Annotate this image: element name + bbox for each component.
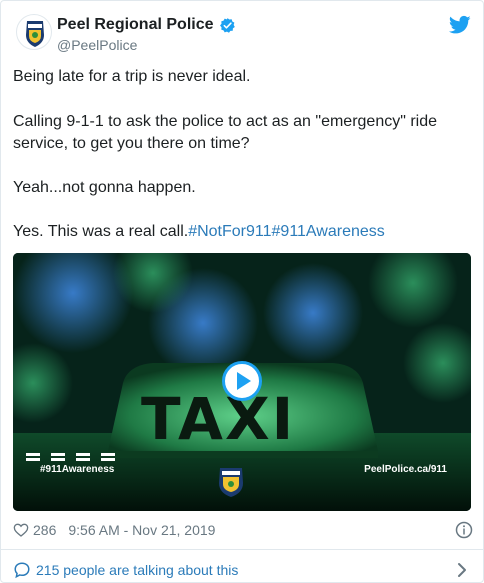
author-name-row: Peel Regional Police <box>57 16 236 34</box>
tweet-line-2: Calling 9-1-1 to ask the police to act a… <box>13 113 438 152</box>
hashtag-911awareness[interactable]: #911Awareness <box>272 223 385 240</box>
video-player[interactable]: TAXI #911Awareness PeelPolice.ca/911 <box>13 253 471 511</box>
speech-bubble-icon <box>14 562 30 579</box>
verified-badge-icon <box>219 17 235 33</box>
tweet-line-4-text: Yes. This was a real call. <box>13 223 189 240</box>
play-icon[interactable] <box>222 361 262 401</box>
author-handle[interactable]: @PeelPolice <box>57 37 137 53</box>
tweet-footer: 286 9:56 AM - Nov 21, 2019 <box>13 519 473 541</box>
info-icon[interactable] <box>455 521 473 539</box>
tweet-line-4: Yes. This was a real call.#NotFor911#911… <box>13 221 473 243</box>
twitter-bird-icon[interactable] <box>449 15 471 35</box>
footer-divider <box>1 549 484 550</box>
video-caption-left: #911Awareness <box>40 464 115 475</box>
timestamp[interactable]: 9:56 AM - Nov 21, 2019 <box>68 522 215 538</box>
tweet-line-3: Yeah...not gonna happen. <box>13 179 196 196</box>
like-count[interactable]: 286 <box>33 522 56 538</box>
chevron-right-icon[interactable] <box>457 562 467 578</box>
tweet-card: Peel Regional Police @PeelPolice Being l… <box>0 0 484 583</box>
police-badge-icon <box>26 21 44 47</box>
video-caption-right: PeelPolice.ca/911 <box>364 464 447 475</box>
talking-about-text[interactable]: 215 people are talking about this <box>36 562 238 578</box>
heart-icon[interactable] <box>13 522 29 538</box>
hashtag-notfor911[interactable]: #NotFor911 <box>188 223 271 240</box>
avatar[interactable] <box>16 14 52 50</box>
tweet-line-1: Being late for a trip is never ideal. <box>13 68 251 85</box>
taxi-sign-text: TAXI <box>141 385 296 453</box>
talking-about-link[interactable]: 215 people are talking about this <box>13 558 473 582</box>
tweet-header: Peel Regional Police @PeelPolice <box>13 11 473 59</box>
video-police-logo-icon <box>219 468 243 497</box>
author-name[interactable]: Peel Regional Police <box>57 16 214 34</box>
caption-dashes <box>26 453 115 461</box>
